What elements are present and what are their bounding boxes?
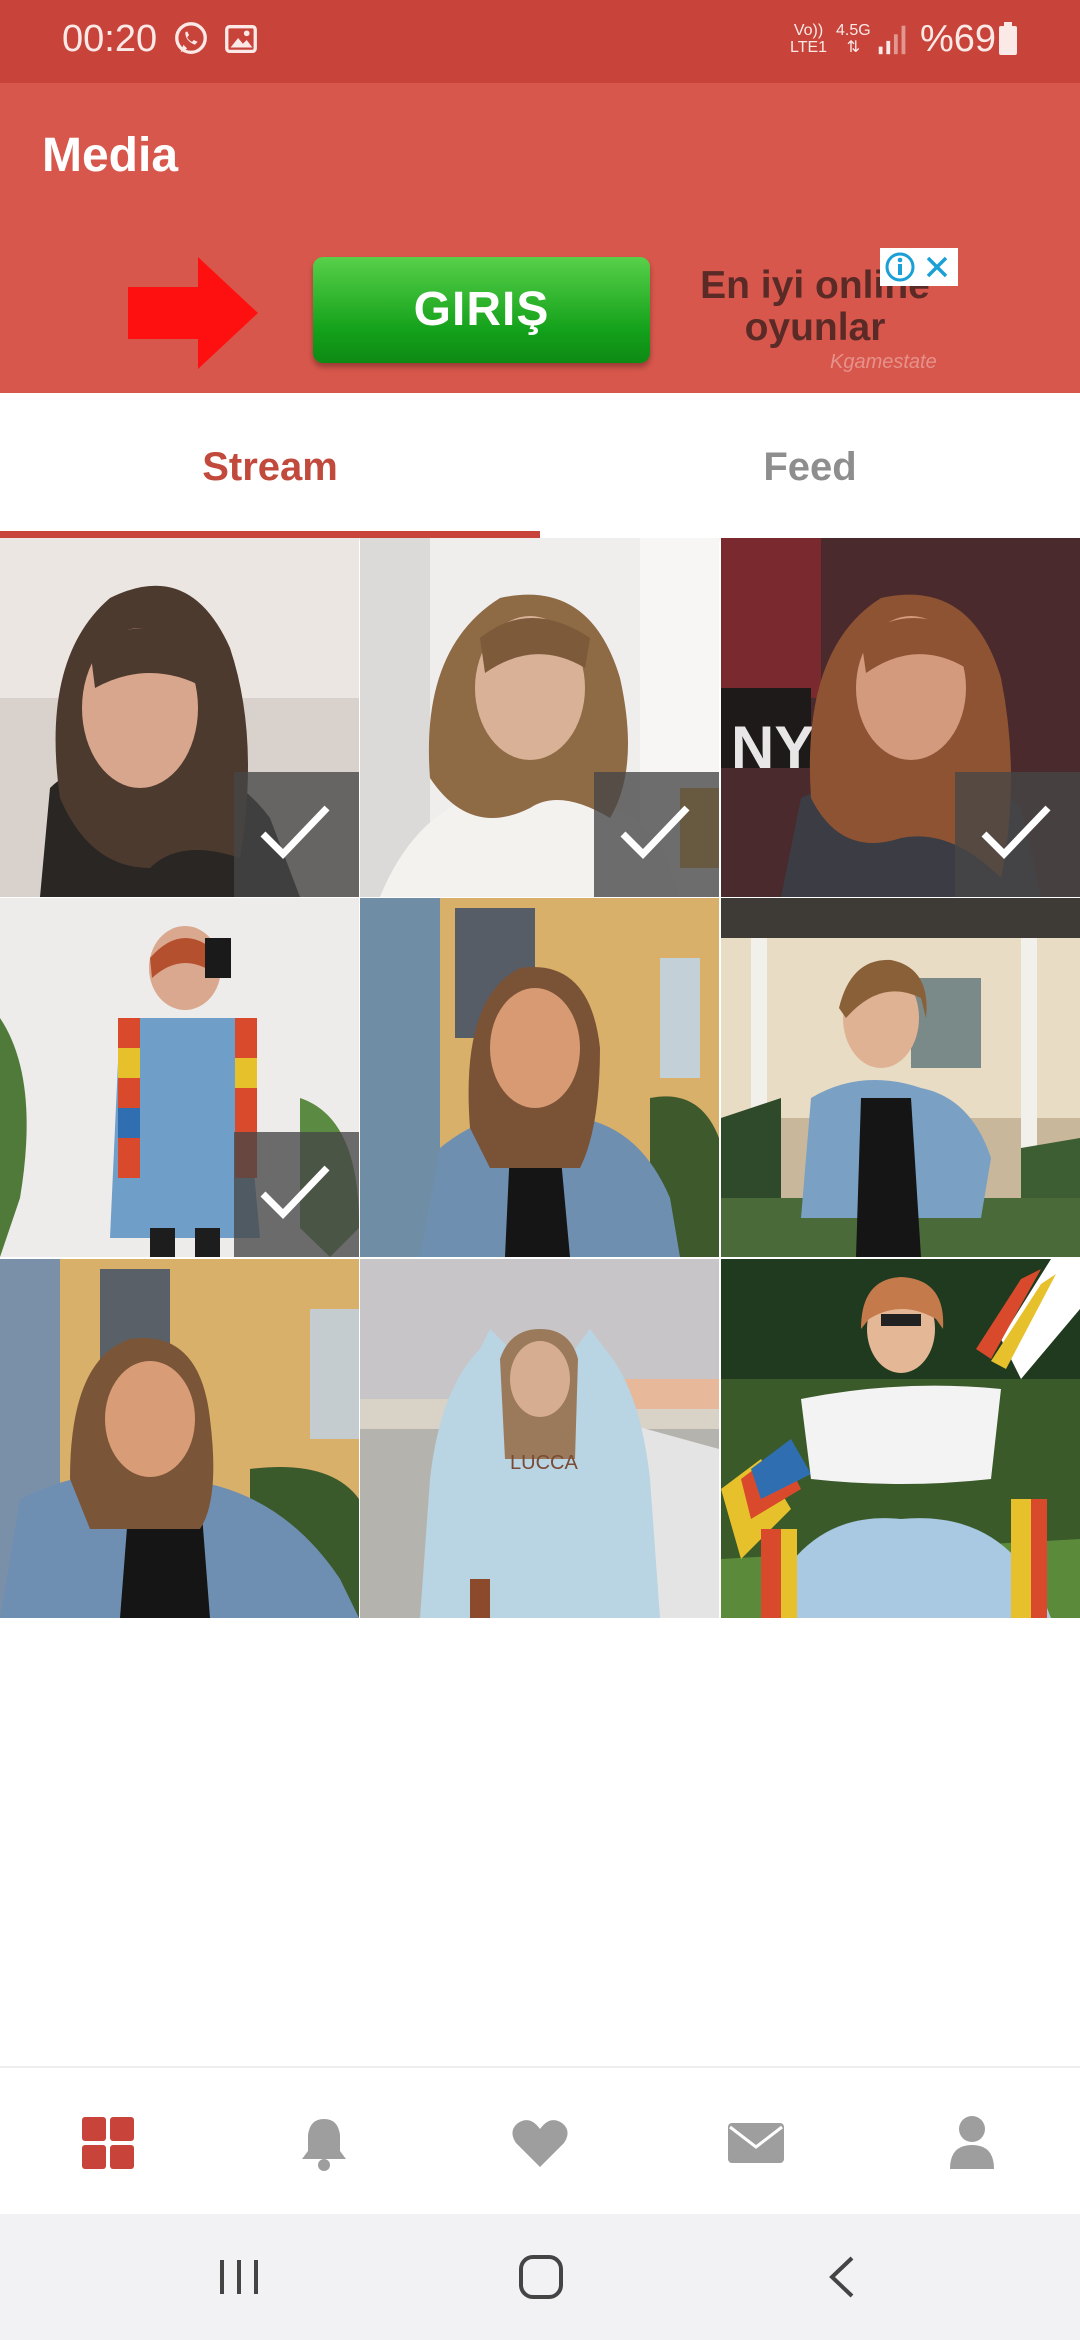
- home-button[interactable]: [508, 2244, 574, 2310]
- checkmark-icon: [981, 805, 1051, 860]
- volte-label: Vo)) LTE1: [790, 22, 828, 56]
- info-icon[interactable]: [884, 251, 916, 283]
- nav-messages[interactable]: [724, 2111, 788, 2175]
- photo-tile[interactable]: [0, 898, 359, 1257]
- recents-button[interactable]: [206, 2244, 272, 2310]
- bell-icon[interactable]: [292, 2111, 356, 2175]
- user-icon[interactable]: [940, 2111, 1004, 2175]
- photo-tile[interactable]: [0, 1259, 359, 1618]
- photo-tile[interactable]: [360, 538, 719, 897]
- tab-feed[interactable]: Feed: [540, 393, 1080, 538]
- heart-icon[interactable]: [508, 2111, 572, 2175]
- photo-image: [721, 898, 1080, 1257]
- recents-icon[interactable]: [206, 2244, 272, 2310]
- nav-likes[interactable]: [508, 2111, 572, 2175]
- status-bar: 00:20 Vo)) LTE1 4.5G ⇅ %69: [0, 0, 1080, 83]
- photo-image: [721, 1259, 1080, 1618]
- mail-icon[interactable]: [724, 2111, 788, 2175]
- selected-overlay: [234, 772, 359, 897]
- photo-image: [0, 1259, 359, 1618]
- signal-icon: [878, 25, 906, 55]
- checkmark-icon: [620, 805, 690, 860]
- photo-tile[interactable]: [0, 538, 359, 897]
- red-arrow-icon: [128, 257, 258, 369]
- selected-overlay: [955, 772, 1080, 897]
- selected-overlay: [594, 772, 719, 897]
- gallery-icon: [225, 24, 257, 54]
- ad-source-label: Kgamestate: [830, 351, 937, 373]
- page-title: Media: [42, 129, 179, 182]
- photo-tile[interactable]: [721, 1259, 1080, 1618]
- grid-icon[interactable]: [76, 2111, 140, 2175]
- home-icon[interactable]: [508, 2244, 574, 2310]
- whatsapp-icon: [175, 22, 207, 54]
- photo-tile[interactable]: LUCCA: [360, 1259, 719, 1618]
- selected-overlay: [234, 1132, 359, 1257]
- photo-tile[interactable]: [721, 898, 1080, 1257]
- checkmark-icon: [260, 805, 330, 860]
- tab-indicator: [0, 531, 540, 538]
- nav-notifications[interactable]: [292, 2111, 356, 2175]
- tab-stream[interactable]: Stream: [0, 393, 540, 538]
- checkmark-icon: [260, 1165, 330, 1220]
- tab-bar: Stream Feed: [0, 393, 1080, 538]
- photo-tile[interactable]: NYT: [721, 538, 1080, 897]
- ad-login-button[interactable]: GIRIŞ: [313, 257, 650, 363]
- back-button[interactable]: [810, 2244, 876, 2310]
- app-bar: Media GIRIŞ En iyi online oyunlar Kgames…: [0, 83, 1080, 393]
- system-nav-bar: [0, 2214, 1080, 2340]
- back-icon[interactable]: [810, 2244, 876, 2310]
- ad-banner[interactable]: GIRIŞ En iyi online oyunlar Kgamestate: [120, 243, 960, 383]
- photo-grid: NYT LUCCA: [0, 538, 1080, 1618]
- ad-choices[interactable]: [880, 248, 958, 286]
- network-type-label: 4.5G ⇅: [836, 22, 871, 56]
- battery-icon: [999, 22, 1017, 55]
- bottom-nav: [0, 2066, 1080, 2214]
- close-icon[interactable]: [922, 252, 952, 282]
- status-time: 00:20: [62, 18, 158, 60]
- photo-image: LUCCA: [360, 1259, 719, 1618]
- photo-image: [360, 898, 719, 1257]
- nav-media[interactable]: [76, 2111, 140, 2175]
- nav-profile[interactable]: [940, 2111, 1004, 2175]
- photo-tile[interactable]: [360, 898, 719, 1257]
- battery-percent: %69: [920, 18, 997, 60]
- svg-text:LUCCA: LUCCA: [510, 1452, 578, 1474]
